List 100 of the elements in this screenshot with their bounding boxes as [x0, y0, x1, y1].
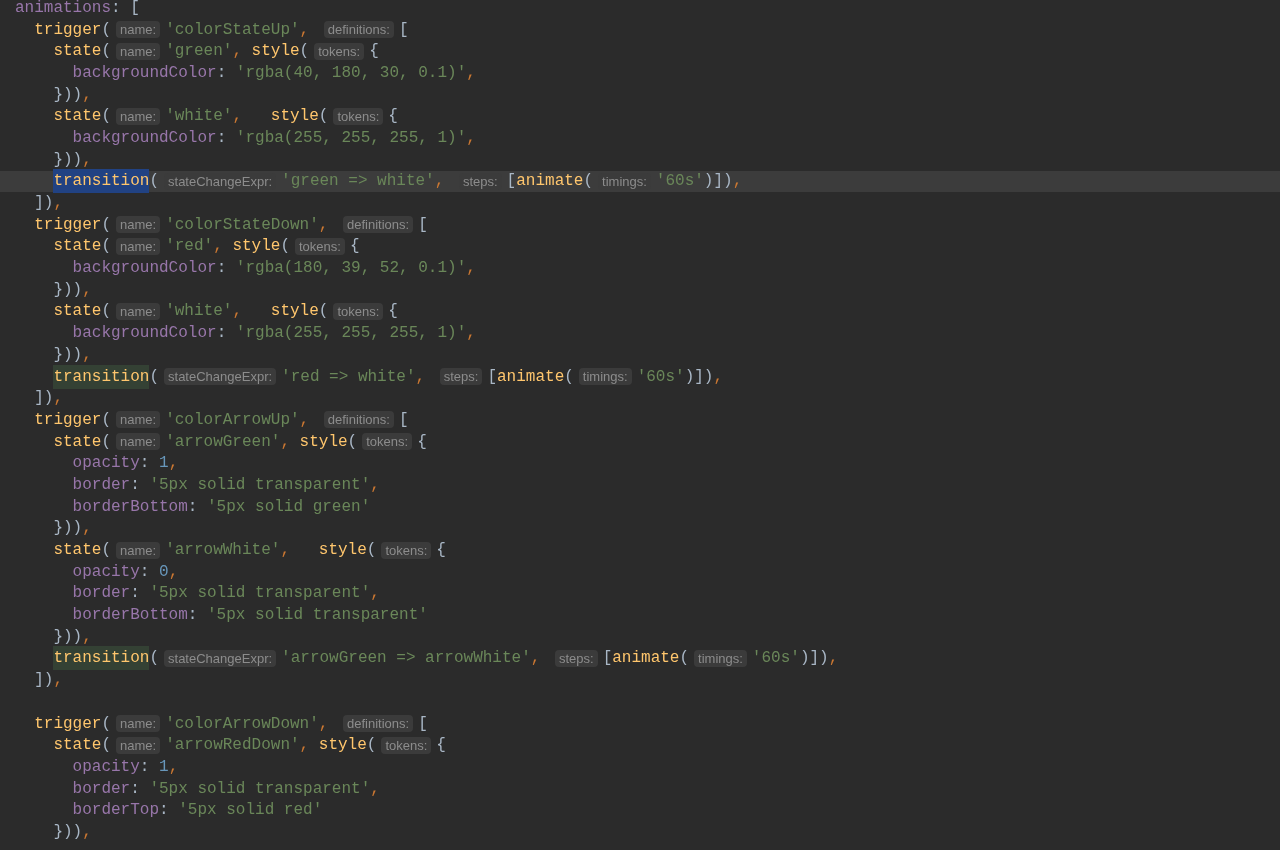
punctuation: ,: [82, 518, 92, 540]
punctuation: [: [506, 171, 517, 193]
punctuation: :: [216, 258, 228, 280]
punctuation: ,: [299, 735, 311, 757]
string-literal: 'rgba(180, 39, 52, 0.1)': [235, 258, 467, 280]
parameter-hint: timings:: [578, 368, 632, 386]
highlighted-function-name: transition: [53, 364, 150, 389]
punctuation: ,: [232, 41, 243, 63]
parameter-hint: tokens:: [295, 237, 345, 255]
punctuation: )]): [684, 366, 714, 388]
punctuation: :: [187, 605, 199, 627]
punctuation: ,: [82, 279, 92, 301]
property-name: border: [72, 583, 131, 605]
parameter-hint: tokens:: [381, 736, 432, 754]
property-name: opacity: [72, 561, 140, 583]
string-literal: '60s': [751, 648, 800, 670]
punctuation: :: [130, 474, 141, 496]
punctuation: ,: [713, 366, 724, 388]
punctuation: ]): [34, 388, 54, 410]
punctuation: ,: [370, 583, 380, 605]
property-name: backgroundColor: [72, 62, 217, 84]
punctuation: (: [101, 19, 111, 41]
function-name: animate: [497, 366, 565, 388]
function-name: style: [251, 41, 300, 63]
string-literal: 'colorArrowDown': [165, 713, 319, 735]
punctuation: :: [216, 62, 228, 84]
property-name: borderBottom: [72, 605, 188, 627]
punctuation: })): [53, 518, 83, 540]
string-literal: 'rgba(40, 180, 30, 0.1)': [235, 62, 467, 84]
punctuation: (: [679, 648, 690, 670]
punctuation: (: [564, 366, 574, 388]
parameter-hint: name:: [116, 216, 161, 234]
punctuation: (: [347, 431, 358, 453]
number-literal: 1: [159, 756, 169, 778]
function-name: state: [53, 431, 102, 453]
string-literal: 'arrowGreen => arrowWhite': [281, 648, 531, 670]
function-name: trigger: [34, 19, 102, 41]
punctuation: (: [101, 735, 111, 757]
property-name: borderBottom: [72, 496, 188, 518]
punctuation: ,: [415, 366, 427, 388]
string-literal: 'arrowWhite': [165, 540, 281, 562]
punctuation: :: [159, 800, 170, 822]
function-name: state: [53, 301, 102, 323]
punctuation: ,: [434, 171, 446, 193]
punctuation: )]): [799, 648, 829, 670]
punctuation: [: [398, 409, 409, 431]
punctuation: ,: [828, 648, 839, 670]
number-literal: 0: [159, 561, 169, 583]
parameter-hint: tokens:: [333, 302, 384, 320]
parameter-hint: tokens:: [362, 433, 413, 451]
parameter-hint: definitions:: [343, 216, 414, 234]
punctuation: ,: [318, 214, 330, 236]
function-name: trigger: [34, 713, 102, 735]
parameter-hint: name:: [116, 237, 161, 255]
punctuation: ,: [213, 236, 224, 258]
function-name: state: [53, 236, 102, 258]
property-name: backgroundColor: [72, 258, 217, 280]
function-name: state: [53, 106, 102, 128]
punctuation: :: [139, 453, 151, 475]
string-literal: '5px solid transparent': [207, 605, 428, 627]
parameter-hint: tokens:: [381, 541, 432, 559]
punctuation: (: [101, 540, 111, 562]
parameter-hint: name:: [116, 107, 161, 125]
string-literal: 'colorStateUp': [165, 19, 300, 41]
parameter-hint: definitions:: [323, 21, 394, 39]
punctuation: [: [602, 648, 613, 670]
punctuation: ,: [318, 713, 330, 735]
punctuation: :: [187, 496, 199, 518]
punctuation: (: [366, 540, 377, 562]
punctuation: (: [583, 171, 594, 193]
punctuation: (: [149, 171, 159, 193]
punctuation: [: [418, 713, 428, 735]
punctuation: })): [53, 149, 83, 171]
function-name: state: [53, 41, 102, 63]
punctuation: (: [299, 41, 310, 63]
string-literal: '60s': [655, 171, 704, 193]
punctuation: (: [101, 431, 111, 453]
punctuation: ,: [530, 648, 542, 670]
string-literal: 'arrowRedDown': [165, 735, 300, 757]
string-literal: 'colorArrowUp': [165, 409, 300, 431]
function-name: state: [53, 540, 102, 562]
punctuation: (: [149, 648, 159, 670]
punctuation: ,: [168, 453, 179, 475]
function-name: state: [53, 735, 102, 757]
punctuation: (: [366, 735, 377, 757]
property-name: animations: [15, 0, 111, 19]
punctuation: :: [139, 756, 151, 778]
parameter-hint: name:: [116, 411, 161, 429]
punctuation: : [: [111, 0, 140, 19]
punctuation: {: [388, 301, 398, 323]
punctuation: ,: [466, 323, 476, 345]
parameter-hint: name:: [116, 715, 161, 733]
punctuation: (: [280, 236, 290, 258]
function-name: style: [299, 431, 348, 453]
string-literal: 'white': [165, 106, 233, 128]
punctuation: ,: [82, 344, 92, 366]
string-literal: '60s': [636, 366, 685, 388]
punctuation: [: [487, 366, 497, 388]
punctuation: })): [53, 626, 83, 648]
punctuation: ,: [732, 171, 743, 193]
